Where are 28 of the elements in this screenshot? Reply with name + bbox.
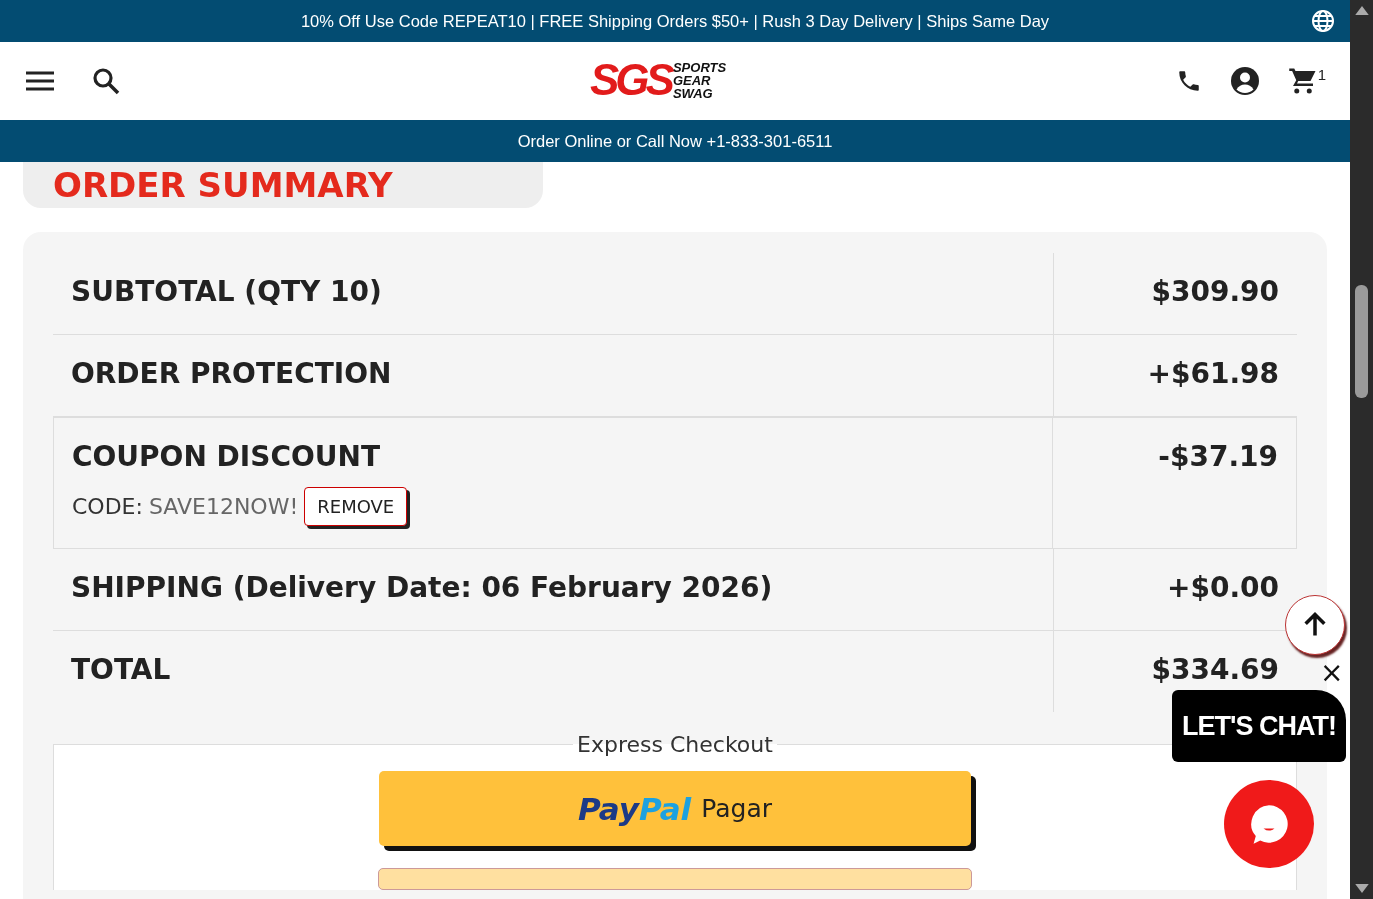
summary-value: -$37.19 xyxy=(1158,440,1278,473)
code-label: CODE: xyxy=(72,494,143,519)
order-summary-heading: ORDER SUMMARY xyxy=(53,165,394,205)
globe-icon[interactable] xyxy=(1311,9,1335,33)
account-icon[interactable] xyxy=(1229,66,1260,96)
remove-button[interactable]: REMOVE xyxy=(304,487,408,526)
summary-label: SHIPPING (Delivery Date: 06 February 2026) xyxy=(71,571,774,604)
scrollbar-thumb[interactable] xyxy=(1355,285,1368,398)
coupon-code: SAVE12NOW! xyxy=(148,494,299,519)
close-button[interactable]: × xyxy=(1320,656,1344,689)
summary-value: $309.90 xyxy=(1151,275,1279,308)
scroll-up-icon[interactable] xyxy=(1354,6,1369,15)
call-text: Order Online or Call Now +1-833-301-6511 xyxy=(517,131,833,151)
cart-button[interactable]: 1 xyxy=(1287,66,1326,96)
scroll-down-icon[interactable] xyxy=(1354,884,1369,893)
announcement-text: 10% Off Use Code REPEAT10 | FREE Shipping Orders $50+ | Rush 3 Day Delivery | Ships Same Day xyxy=(300,11,1050,31)
summary-label: COUPON DISCOUNT xyxy=(72,440,382,473)
summary-label: SUBTOTAL (QTY 10) xyxy=(71,275,383,308)
summary-value: $334.69 xyxy=(1151,653,1279,686)
search-icon[interactable] xyxy=(92,67,120,95)
summary-value: +$0.00 xyxy=(1166,571,1279,604)
summary-label: TOTAL xyxy=(71,653,172,686)
summary-value: +$61.98 xyxy=(1147,357,1279,390)
scrollbar[interactable] xyxy=(1350,0,1373,899)
express-checkout-title: Express Checkout xyxy=(576,732,774,757)
chat-bubble[interactable]: LET'S CHAT! xyxy=(1172,690,1346,762)
summary-label: ORDER PROTECTION xyxy=(71,357,393,390)
menu-icon[interactable] xyxy=(26,70,54,92)
